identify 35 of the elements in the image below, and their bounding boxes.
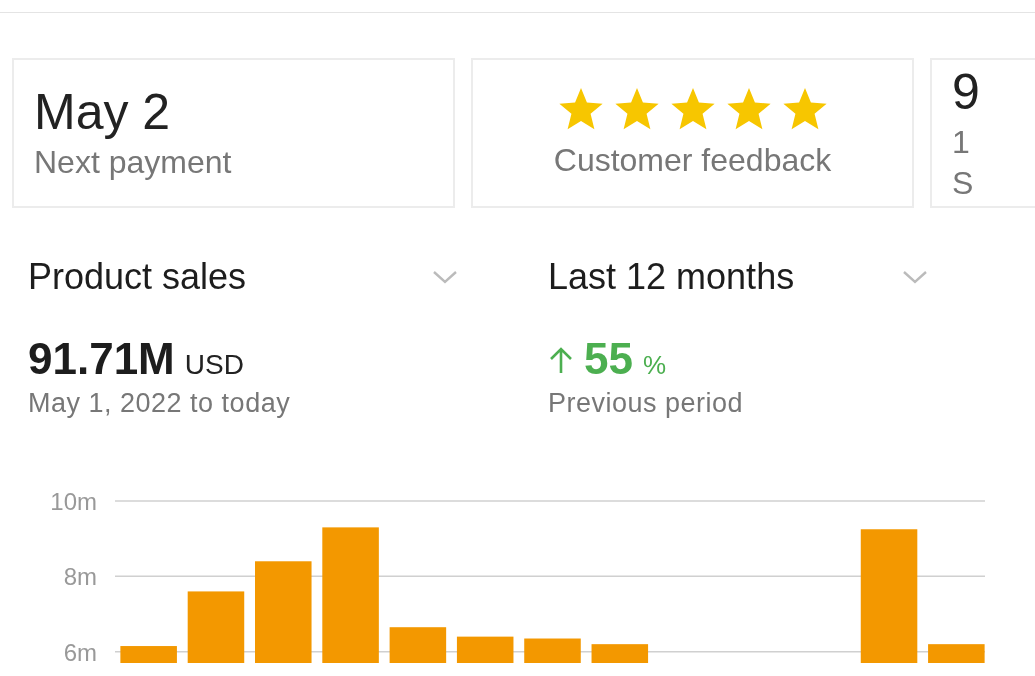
axis-label: 8m (63, 563, 97, 591)
dropdown-select[interactable]: Product sales (28, 256, 247, 298)
dropdown-select[interactable]: Last 12 months (548, 256, 795, 298)
card-label: 1 (952, 123, 970, 161)
sales-bar (524, 638, 581, 663)
arrow-up-icon (548, 346, 574, 374)
card-label: Next payment (34, 144, 232, 181)
sales-bar (456, 636, 514, 663)
sales-bar (591, 644, 649, 663)
sales-amount: 91.71M (28, 334, 175, 384)
feedback-card[interactable]: Customer feedback (471, 58, 914, 208)
star-icon (669, 87, 716, 132)
chevron-down-icon (432, 270, 458, 284)
card-caption: S (952, 164, 974, 202)
sales-bar (187, 591, 245, 663)
sales-bar (928, 644, 985, 663)
axis-label: 10m (50, 488, 97, 515)
card-value: May 2 (34, 85, 171, 140)
currency-label: USD (184, 349, 244, 381)
comparison-label: Previous period (548, 388, 745, 419)
sales-bar (120, 646, 177, 663)
change-percent: 55 (584, 334, 633, 384)
star-icon (725, 87, 772, 132)
card-value: 9 (952, 64, 980, 120)
summary-card[interactable]: 9 1 S (930, 58, 1035, 208)
percent-sign: % (642, 350, 667, 381)
axis-label: 6m (63, 638, 97, 663)
card-label: Customer feedback (553, 141, 832, 179)
date-range: May 1, 2022 to today (28, 388, 292, 419)
summary-card[interactable]: May 2 Next payment (12, 58, 455, 208)
chevron-down-icon (902, 270, 928, 284)
sales-bar (389, 627, 447, 663)
star-icon (613, 87, 660, 132)
star-icon (781, 87, 828, 132)
star-icon (557, 87, 604, 132)
